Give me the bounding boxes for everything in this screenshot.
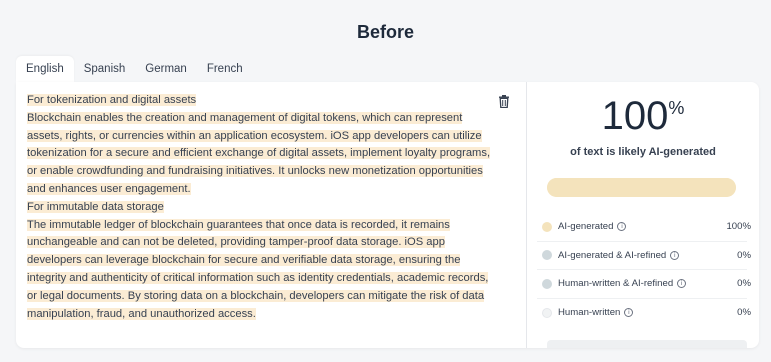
legend-value: 0%: [737, 307, 751, 319]
legend-row-ai-generated-ai-refined: AI-generated & AI-refined i 0%: [537, 242, 751, 270]
language-tabs: English Spanish German French: [16, 56, 253, 82]
legend-dot: [542, 307, 552, 318]
info-icon[interactable]: i: [624, 308, 634, 318]
legend-dot: [542, 221, 552, 232]
text-paragraph: The immutable ledger of blockchain guara…: [27, 217, 497, 324]
legend-row-ai-generated: AI-generated i 100%: [537, 213, 751, 242]
score-bar-fill: [547, 178, 736, 197]
highlighted-text: For immutable data storage: [27, 200, 164, 213]
legend-label: AI-generated & AI-refined: [558, 249, 667, 261]
result-legend: AI-generated i 100% AI-generated & AI-re…: [537, 213, 751, 328]
score-display: 100%: [527, 94, 759, 139]
tab-german[interactable]: German: [135, 56, 197, 82]
legend-value: 0%: [737, 278, 751, 290]
result-panel: 100% of text is likely AI-generated AI-g…: [527, 82, 759, 348]
highlighted-text: The immutable ledger of blockchain guara…: [27, 218, 489, 320]
info-icon[interactable]: i: [677, 279, 687, 289]
trash-icon[interactable]: [498, 95, 510, 109]
score-unit: %: [668, 98, 685, 118]
page-title: Before: [356, 22, 414, 42]
info-icon[interactable]: i: [617, 222, 627, 232]
score-value: 100: [601, 94, 669, 138]
legend-row-human-written-ai-refined: Human-written & AI-refined i 0%: [537, 270, 751, 299]
legend-label: Human-written & AI-refined: [558, 278, 674, 290]
analyzed-text: For tokenization and digital assets Bloc…: [27, 92, 497, 323]
legend-label: AI-generated: [558, 221, 614, 233]
legend-row-human-written: Human-written i 0%: [537, 299, 751, 328]
highlighted-text: For tokenization and digital assets: [27, 94, 197, 106]
legend-value: 0%: [737, 249, 751, 261]
tab-english[interactable]: English: [16, 56, 74, 82]
scroll-hint: [547, 340, 747, 348]
app-frame: Before English Spanish German French For…: [0, 0, 771, 362]
legend-dot: [542, 250, 552, 261]
text-paragraph: Blockchain enables the creation and mana…: [27, 110, 497, 199]
tab-french[interactable]: French: [197, 56, 253, 82]
info-icon[interactable]: i: [670, 250, 680, 260]
tab-spanish[interactable]: Spanish: [74, 56, 136, 82]
text-paragraph: For tokenization and digital assets: [27, 92, 497, 110]
highlighted-text: Blockchain enables the creation and mana…: [27, 111, 491, 195]
legend-dot: [542, 278, 552, 289]
content-panel: For tokenization and digital assets Bloc…: [16, 82, 759, 348]
legend-value: 100%: [726, 221, 751, 233]
legend-label: Human-written: [558, 307, 621, 319]
text-paragraph: For immutable data storage: [27, 199, 497, 217]
score-bar: [547, 178, 736, 197]
score-label: of text is likely AI-generated: [570, 146, 716, 158]
